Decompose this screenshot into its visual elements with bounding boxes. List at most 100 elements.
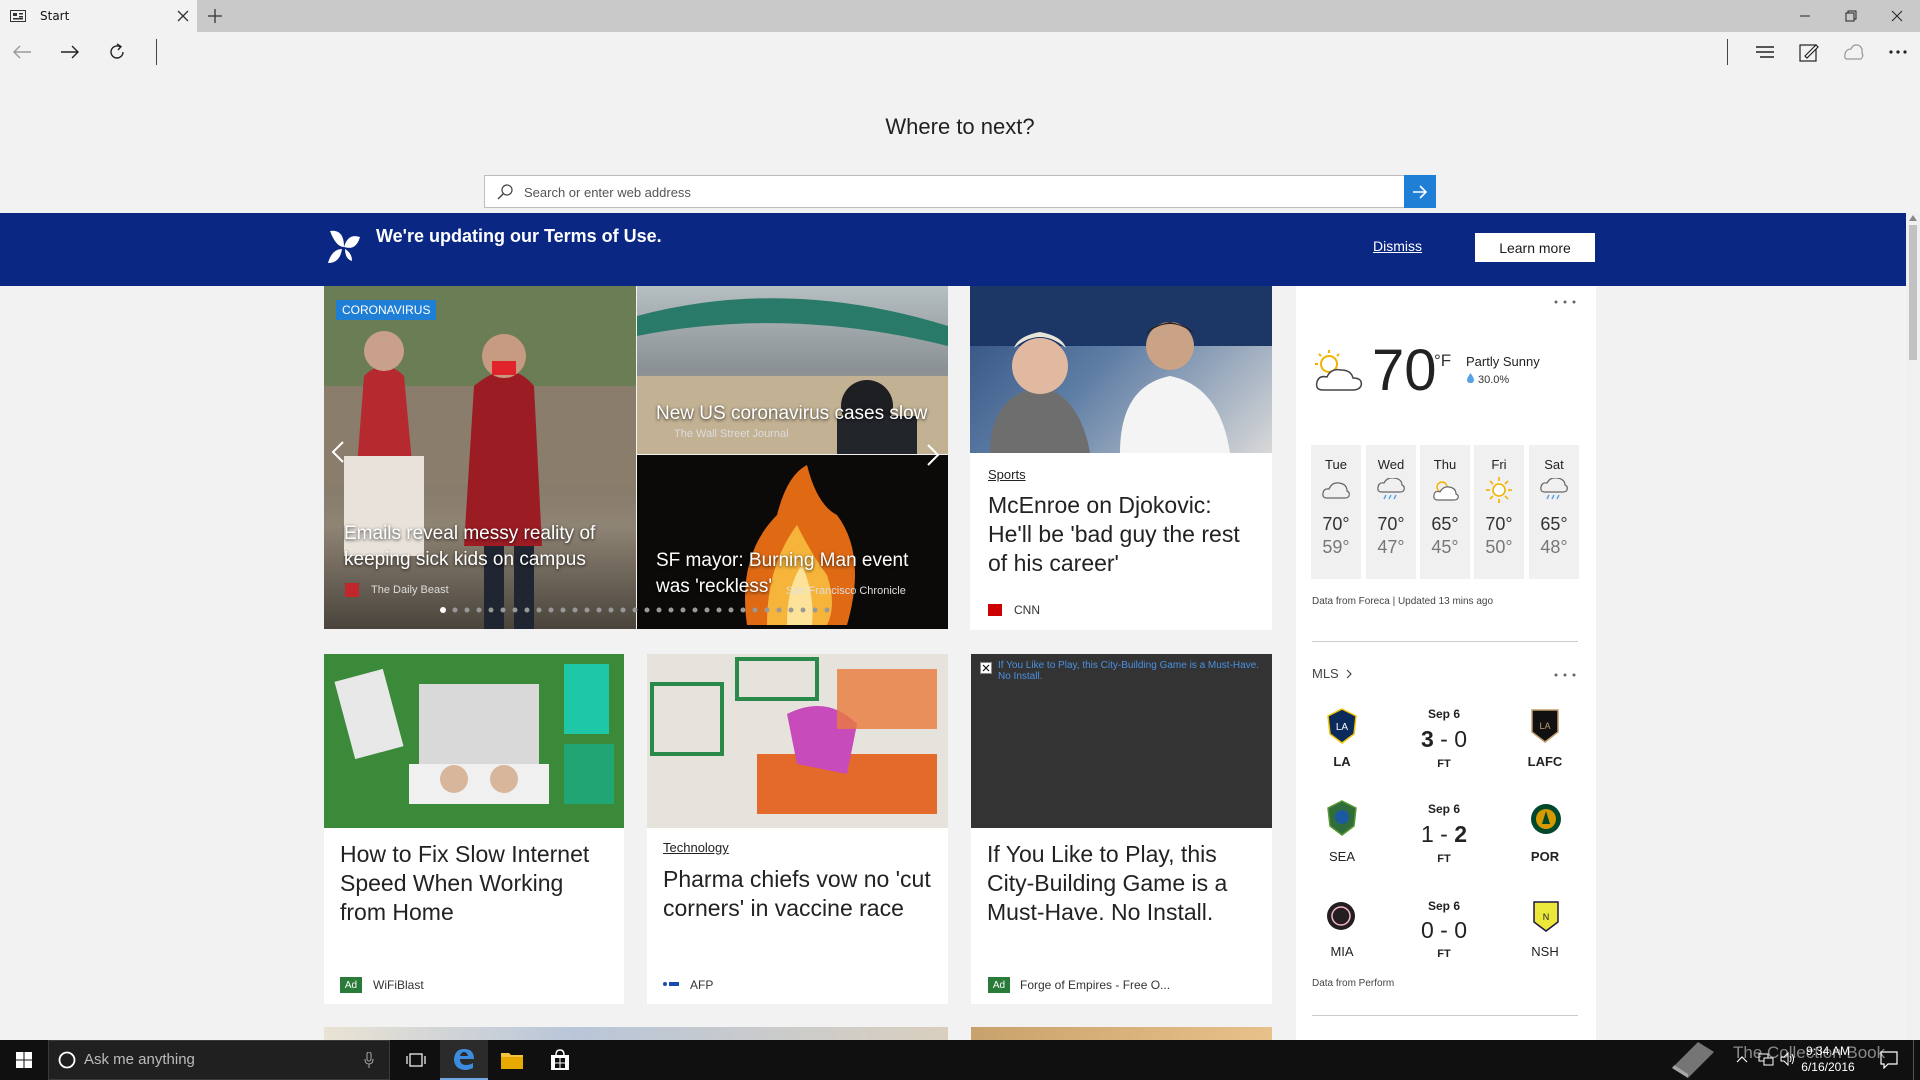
sunny-icon	[1474, 472, 1524, 508]
weather-footer[interactable]: Data from Foreca | Updated 13 mins ago	[1312, 596, 1493, 607]
svg-text:N: N	[1543, 912, 1550, 922]
portland-logo-icon	[1530, 802, 1562, 836]
current-temp: 70	[1372, 338, 1437, 403]
forecast-day[interactable]: Fri 70° 50°	[1474, 445, 1524, 579]
scroll-up-icon[interactable]	[1909, 215, 1917, 221]
card-2-image	[647, 654, 948, 828]
svg-text:LA: LA	[1336, 722, 1349, 733]
precipitation: 30.0%	[1478, 374, 1510, 386]
team-name[interactable]: SEA	[1312, 849, 1372, 864]
forecast-low: 59°	[1322, 537, 1350, 557]
back-icon[interactable]	[2, 32, 42, 72]
sports-title[interactable]: McEnroe on Djokovic: He'll be 'bad guy t…	[988, 491, 1258, 578]
file-explorer-icon[interactable]	[488, 1040, 536, 1080]
refresh-icon[interactable]	[97, 32, 137, 72]
banner-text: We're updating our Terms of Use.	[376, 226, 662, 246]
home-score: 1	[1420, 821, 1434, 847]
next-card-image[interactable]	[324, 1027, 948, 1040]
web-note-icon[interactable]	[1789, 32, 1829, 72]
forecast-high: 70°	[1322, 514, 1350, 534]
more-icon[interactable]	[1878, 32, 1918, 72]
team-name[interactable]: LAFC	[1515, 754, 1575, 769]
team-name[interactable]: MIA	[1312, 944, 1372, 959]
search-go-button[interactable]	[1404, 175, 1436, 208]
carousel-next-icon[interactable]	[926, 443, 940, 467]
mls-title[interactable]: MLS	[1312, 666, 1339, 681]
hero-bottom-image[interactable]	[637, 455, 948, 629]
hero-top-source: The Wall Street Journal	[674, 428, 789, 440]
forecast-high: 65°	[1540, 514, 1568, 534]
ad-choices-icon[interactable]	[980, 662, 992, 674]
cnn-logo-icon	[988, 604, 1002, 616]
card-1-title[interactable]: How to Fix Slow Internet Speed When Work…	[340, 840, 612, 927]
store-icon[interactable]	[536, 1040, 584, 1080]
search-input[interactable]	[524, 182, 1364, 202]
match-date: Sep 6	[1427, 899, 1460, 913]
scroll-thumb[interactable]	[1909, 225, 1917, 360]
dismiss-link[interactable]: Dismiss	[1373, 238, 1422, 254]
minimize-icon[interactable]	[1782, 0, 1828, 32]
chevron-up-icon[interactable]	[1736, 1055, 1748, 1063]
card-3-title[interactable]: If You Like to Play, this City-Building …	[987, 840, 1259, 927]
network-icon[interactable]	[1758, 1052, 1774, 1066]
carousel-dots[interactable]	[440, 606, 835, 614]
forecast-day[interactable]: Sat 65° 48°	[1529, 445, 1579, 579]
card-2-title[interactable]: Pharma chiefs vow no 'cut corners' in va…	[663, 865, 933, 923]
search-box[interactable]	[484, 175, 1436, 208]
learn-more-button[interactable]: Learn more	[1475, 233, 1595, 262]
chevron-right-icon[interactable]	[1346, 669, 1352, 679]
mls-more-icon[interactable]	[1554, 673, 1576, 677]
weather-more-icon[interactable]	[1554, 300, 1576, 304]
forward-icon[interactable]	[50, 32, 90, 72]
task-view-icon[interactable]	[392, 1040, 440, 1080]
book-logo-icon	[1668, 1038, 1718, 1078]
forecast-high: 70°	[1485, 514, 1513, 534]
forecast-day-name: Tue	[1325, 457, 1347, 472]
restore-icon[interactable]	[1828, 0, 1874, 32]
next-card-image[interactable]	[971, 1027, 1272, 1040]
team-name[interactable]: LA	[1312, 754, 1372, 769]
forecast-low: 47°	[1377, 537, 1405, 557]
forecast-day[interactable]: Thu 65° 45°	[1420, 445, 1470, 579]
team-name[interactable]: POR	[1515, 849, 1575, 864]
match-score[interactable]: 1 - 2	[1404, 821, 1484, 848]
tab-start[interactable]: Start	[0, 0, 197, 32]
ad-overlay-text[interactable]: If You Like to Play, this City-Building …	[998, 660, 1263, 682]
divider	[1312, 641, 1578, 642]
carousel-prev-icon[interactable]	[331, 440, 345, 464]
notifications-icon[interactable]	[1880, 1051, 1898, 1069]
hero-main-image[interactable]	[324, 286, 636, 629]
tab-title: Start	[40, 9, 70, 23]
rain-icon	[1529, 472, 1579, 508]
forecast-day-name: Thu	[1433, 457, 1457, 472]
hero-top-title[interactable]: New US coronavirus cases slow	[656, 401, 946, 427]
show-desktop-button[interactable]	[1913, 1040, 1920, 1080]
windows-start-icon[interactable]	[0, 1040, 48, 1080]
close-tab-icon[interactable]	[176, 9, 190, 23]
page-heading: Where to next?	[885, 114, 1035, 139]
category-tag[interactable]: CORONAVIRUS	[336, 300, 437, 320]
address-separator	[156, 39, 157, 65]
close-window-icon[interactable]	[1874, 0, 1920, 32]
match-score[interactable]: 3 - 0	[1404, 726, 1484, 753]
hero-main-title[interactable]: Emails reveal messy reality of keeping s…	[344, 521, 624, 573]
microphone-icon[interactable]	[364, 1052, 374, 1068]
forecast-day[interactable]: Tue 70° 59°	[1311, 445, 1361, 579]
edge-taskbar-icon[interactable]	[440, 1040, 488, 1080]
forecast-day[interactable]: Wed 70° 47°	[1366, 445, 1416, 579]
mls-footer[interactable]: Data from Perform	[1312, 978, 1394, 989]
forecast-low: 50°	[1485, 537, 1513, 557]
new-tab-icon[interactable]	[207, 8, 223, 24]
card-2-category[interactable]: Technology	[663, 840, 729, 855]
team-name[interactable]: NSH	[1515, 944, 1575, 959]
temp-unit[interactable]: °F	[1434, 351, 1451, 371]
sports-category[interactable]: Sports	[988, 467, 1026, 482]
hub-icon[interactable]	[1745, 32, 1785, 72]
match-score[interactable]: 0 - 0	[1404, 917, 1484, 944]
clock-time: 9:34 AM	[1805, 1044, 1851, 1058]
cloudy-icon	[1311, 472, 1361, 508]
forecast-low: 45°	[1431, 537, 1459, 557]
card-3-source: Forge of Empires - Free O...	[1020, 978, 1171, 992]
system-clock[interactable]: 9:34 AM 6/16/2016	[1793, 1043, 1863, 1075]
share-icon[interactable]	[1834, 32, 1874, 72]
